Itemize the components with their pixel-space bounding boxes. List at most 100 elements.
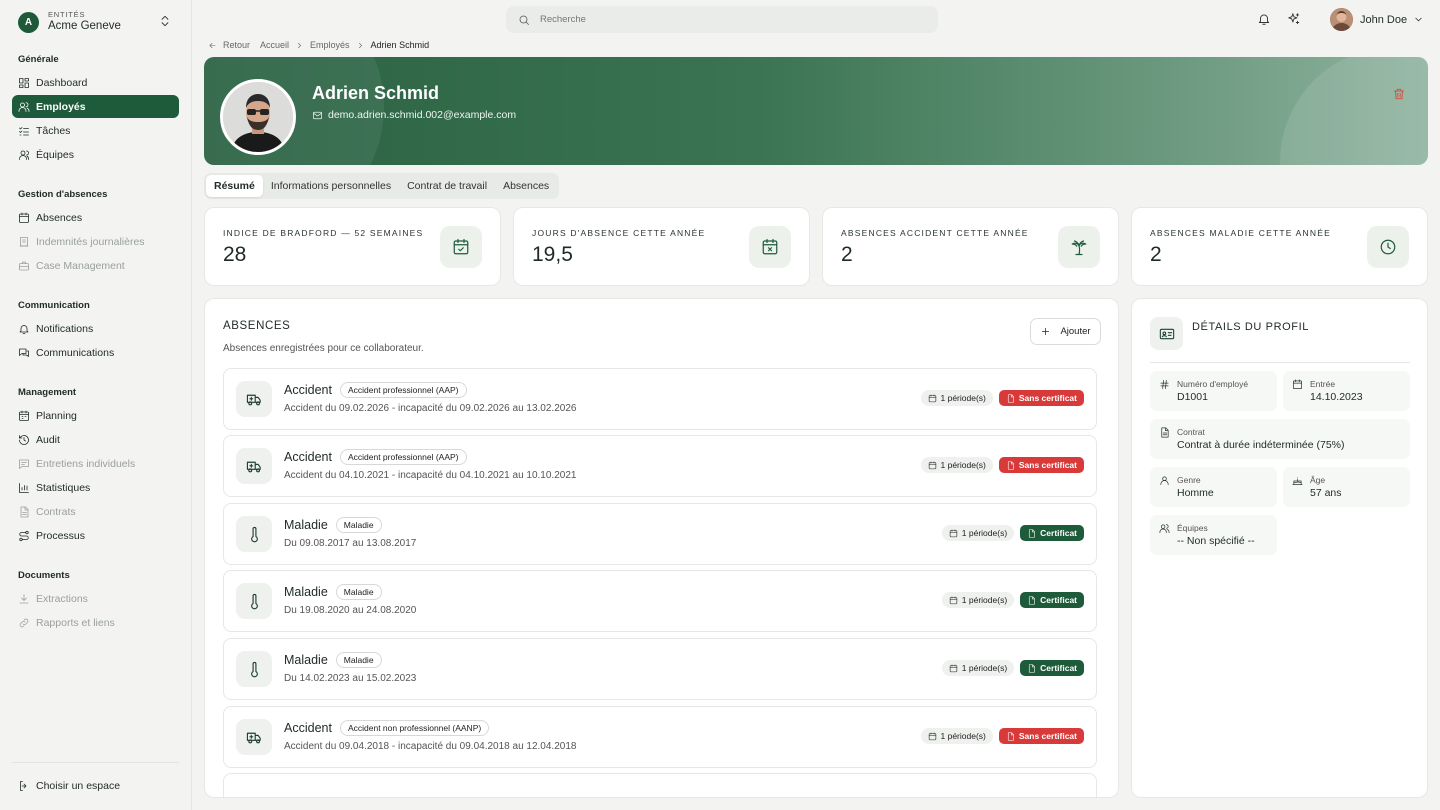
- choose-space-button[interactable]: Choisir un espace: [12, 774, 179, 797]
- absence-row[interactable]: [223, 773, 1097, 797]
- users-icon: [1159, 524, 1170, 533]
- sidebar-item-indemnites[interactable]: Indemnités journalières: [12, 230, 179, 253]
- certificate-status: Certificat: [1040, 595, 1077, 605]
- nav-section-documents: Documents: [18, 570, 70, 581]
- stat-card-days: Jours d'absence cette année 19,5: [513, 207, 810, 286]
- banner-decoration: [1280, 57, 1428, 165]
- breadcrumb-back[interactable]: Retour: [223, 40, 250, 50]
- breadcrumb-home[interactable]: Accueil: [260, 40, 289, 50]
- entity-logo: A: [18, 11, 39, 33]
- field-label: Entrée: [1310, 379, 1336, 389]
- calendar-icon: [1293, 379, 1302, 389]
- sidebar-item-label: Case Management: [36, 259, 125, 272]
- add-absence-button[interactable]: Ajouter: [1030, 318, 1101, 345]
- sidebar-item-statistiques[interactable]: Statistiques: [12, 476, 179, 499]
- sidebar-item-contrats[interactable]: Contrats: [12, 500, 179, 523]
- users-icon: [18, 101, 30, 112]
- sidebar-item-label: Rapports et liens: [36, 616, 115, 629]
- sidebar-item-notifications[interactable]: Notifications: [12, 317, 179, 340]
- sidebar-item-absences[interactable]: Absences: [12, 206, 179, 229]
- details-icon-box: [1150, 317, 1183, 350]
- breadcrumb: Retour Accueil Employés Adrien Schmid: [208, 40, 429, 50]
- file-icon: [1007, 393, 1014, 403]
- absence-row[interactable]: Accident Accident professionnel (AAP) Ac…: [223, 435, 1097, 497]
- sidebar-item-communications[interactable]: Communications: [12, 341, 179, 364]
- calendar-icon: [19, 212, 29, 223]
- thermometer-icon: [250, 526, 258, 542]
- download-icon: [19, 593, 29, 603]
- sidebar-item-label: Notifications: [36, 322, 94, 335]
- chevrons-up-down-icon[interactable]: [158, 14, 172, 28]
- absence-row[interactable]: Accident Accident non professionnel (AAN…: [223, 706, 1097, 768]
- absence-row[interactable]: Maladie Maladie Du 19.08.2020 au 24.08.2…: [223, 570, 1097, 632]
- sidebar-item-employes[interactable]: Employés: [12, 95, 179, 118]
- profile-avatar: [220, 79, 296, 155]
- absence-row[interactable]: Maladie Maladie Du 14.02.2023 au 15.02.2…: [223, 638, 1097, 700]
- absence-category-badge: Accident professionnel (AAP): [339, 449, 467, 465]
- tab-resume[interactable]: Résumé: [206, 175, 263, 197]
- profile-email: demo.adrien.schmid.002@example.com: [312, 109, 516, 121]
- sidebar-item-planning[interactable]: Planning: [12, 404, 179, 427]
- stat-icon-box: [1058, 226, 1100, 268]
- sidebar-item-label: Statistiques: [36, 481, 91, 494]
- list-checks-icon: [19, 126, 29, 135]
- sidebar-item-label: Équipes: [36, 148, 74, 161]
- sidebar-item-entretiens[interactable]: Entretiens individuels: [12, 452, 179, 475]
- thermometer-icon: [250, 661, 258, 677]
- calendar-icon: [928, 393, 936, 402]
- bell-icon: [19, 324, 29, 334]
- ambulance-icon: [246, 732, 261, 743]
- absence-type: Maladie Maladie: [284, 652, 382, 668]
- absence-category-badge: Accident non professionnel (AANP): [339, 720, 490, 736]
- entity-label: ENTITÉS: [48, 10, 86, 20]
- absence-icon-box: [236, 719, 272, 755]
- breadcrumb-employees[interactable]: Employés: [310, 40, 350, 50]
- sidebar-item-equipes[interactable]: Équipes: [12, 143, 179, 166]
- trash-icon[interactable]: [1392, 87, 1406, 101]
- sidebar-item-dashboard[interactable]: Dashboard: [12, 71, 179, 94]
- sidebar-item-processus[interactable]: Processus: [12, 524, 179, 547]
- absence-row[interactable]: Maladie Maladie Du 09.08.2017 au 13.08.2…: [223, 503, 1097, 565]
- stat-label: Absences maladie cette année: [1150, 228, 1331, 238]
- sidebar-item-extractions[interactable]: Extractions: [12, 587, 179, 610]
- sidebar-item-label: Tâches: [36, 124, 71, 137]
- field-label: Numéro d'employé: [1177, 379, 1249, 389]
- user-name: John Doe: [1360, 13, 1408, 26]
- sidebar-item-case-management[interactable]: Case Management: [12, 254, 179, 277]
- sidebar-item-label: Communications: [36, 346, 115, 359]
- absence-category-badge: Maladie: [335, 517, 382, 533]
- bell-icon[interactable]: [1257, 12, 1271, 26]
- sidebar-item-label: Employés: [36, 100, 86, 113]
- absence-description: Accident du 04.10.2021 - incapacité du 0…: [284, 470, 577, 481]
- sidebar-item-taches[interactable]: Tâches: [12, 119, 179, 142]
- sidebar-item-label: Contrats: [36, 505, 76, 518]
- nav-section-communication: Communication: [18, 300, 90, 311]
- chevron-right-icon: [358, 42, 362, 48]
- user-menu[interactable]: John Doe: [1330, 8, 1424, 31]
- sidebar: A ENTITÉS Acme Geneve Générale Dashboard…: [0, 0, 192, 810]
- mail-icon: [313, 111, 322, 119]
- absence-row[interactable]: Accident Accident professionnel (AAP) Ac…: [223, 368, 1097, 430]
- field-age: Âge 57 ans: [1283, 467, 1410, 507]
- log-in-icon: [20, 780, 27, 791]
- sidebar-item-label: Extractions: [36, 592, 88, 605]
- absence-description: Du 09.08.2017 au 13.08.2017: [284, 538, 417, 549]
- absences-title: ABSENCES: [223, 320, 291, 332]
- absence-type-label: Accident: [284, 383, 332, 397]
- certificate-badge: Sans certificat: [998, 457, 1084, 473]
- stat-value: 2: [841, 243, 853, 266]
- tab-informations-personnelles[interactable]: Informations personnelles: [263, 175, 399, 197]
- tab-contrat-de-travail[interactable]: Contrat de travail: [399, 175, 495, 197]
- sparkles-icon[interactable]: [1287, 12, 1301, 26]
- search-input[interactable]: Recherche: [506, 6, 938, 33]
- messages-icon: [19, 348, 29, 357]
- sidebar-item-rapports[interactable]: Rapports et liens: [12, 611, 179, 634]
- entity-switcher[interactable]: A ENTITÉS Acme Geneve: [10, 6, 182, 38]
- arrow-left-icon[interactable]: [208, 41, 217, 50]
- tab-absences[interactable]: Absences: [495, 175, 557, 197]
- absence-description: Accident du 09.02.2026 - incapacité du 0…: [284, 403, 577, 414]
- sidebar-item-audit[interactable]: Audit: [12, 428, 179, 451]
- calendar-icon: [928, 460, 936, 469]
- certificate-status: Certificat: [1040, 528, 1077, 538]
- history-icon: [19, 434, 29, 445]
